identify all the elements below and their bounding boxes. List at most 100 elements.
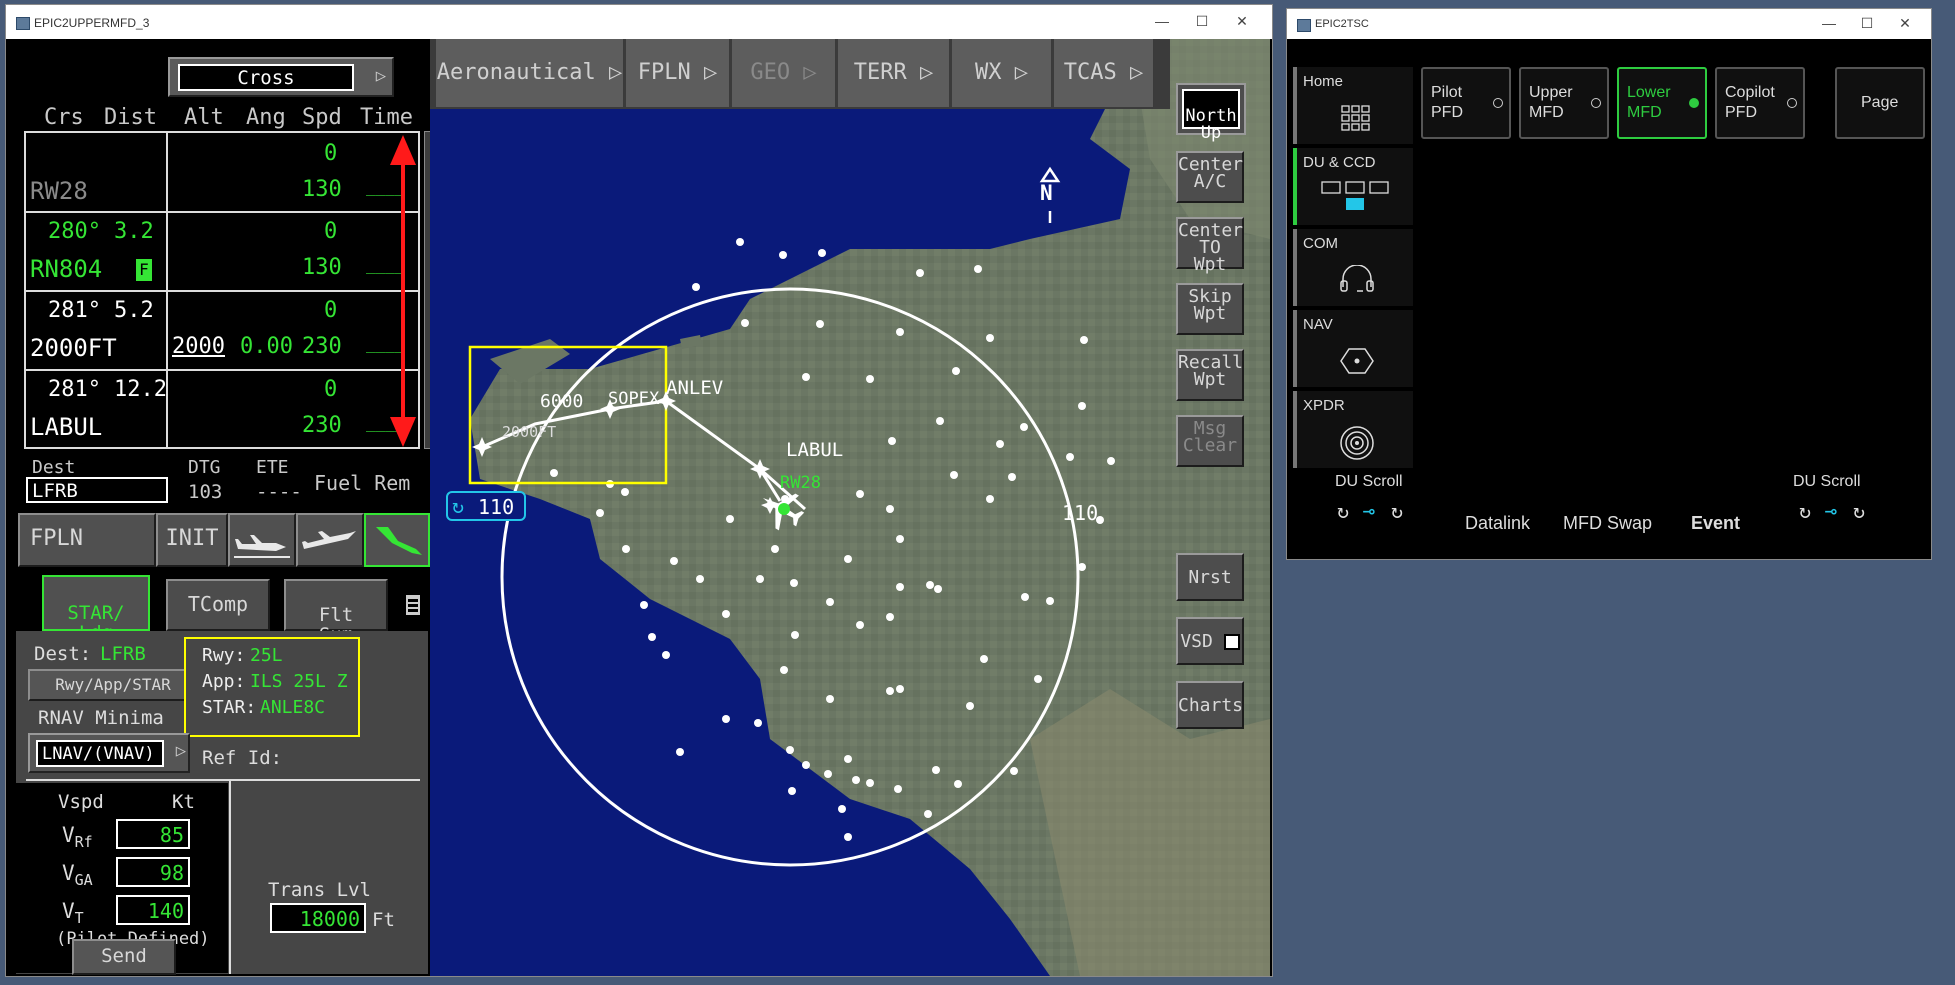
vrf-v: V xyxy=(62,823,75,847)
tsc-home-button[interactable]: Home xyxy=(1293,67,1413,144)
wpt-label-rw28: RW28 xyxy=(780,473,821,493)
tab-geo-label: GEO xyxy=(750,60,791,85)
lnav-arrow-icon[interactable]: ▷ xyxy=(176,741,186,761)
cruise-perf-button[interactable] xyxy=(296,513,364,567)
lnav-selector[interactable]: LNAV/(VNAV) ▷ xyxy=(28,733,190,773)
takeoff-perf-button[interactable] xyxy=(228,513,296,567)
close-icon[interactable]: ✕ xyxy=(1889,13,1921,33)
fp-crs: 281° xyxy=(48,377,101,402)
msg-clear-button[interactable]: Msg Clear xyxy=(1176,415,1244,467)
vt-field[interactable]: 140 xyxy=(116,895,190,925)
cross-field[interactable]: Cross xyxy=(178,64,354,91)
minimize-icon[interactable]: — xyxy=(1146,11,1178,31)
dest-field[interactable]: LFRB xyxy=(26,477,168,503)
cross-selector[interactable]: Cross ▷ xyxy=(168,57,394,97)
lower-mfd-indicator xyxy=(1689,98,1699,108)
tab-tcomp[interactable]: TComp xyxy=(166,579,270,631)
minimize-icon[interactable]: — xyxy=(1813,13,1845,33)
tab-terr[interactable]: TERR ▷ xyxy=(838,39,950,107)
page-label: Page xyxy=(1861,94,1899,111)
du-scroll-left-control[interactable]: ↻ ⊸ ↻ xyxy=(1335,499,1415,525)
lower-mfd-button[interactable]: Lower MFD xyxy=(1617,67,1707,139)
tab-flt-sum[interactable]: Flt Sum xyxy=(284,579,388,645)
vrf-field[interactable]: 85 xyxy=(116,819,190,849)
center-ac-button[interactable]: Center A/C xyxy=(1176,151,1244,203)
tab-geo[interactable]: GEO ▷ xyxy=(732,39,836,107)
fp-spd: 130 xyxy=(302,177,342,202)
datalink-button[interactable]: Datalink xyxy=(1465,513,1530,534)
headset-icon xyxy=(1340,265,1374,292)
kt-label: Kt xyxy=(172,791,195,813)
maximize-icon[interactable]: ☐ xyxy=(1851,13,1883,33)
du-scroll-left-label: DU Scroll xyxy=(1335,473,1403,490)
tab-aeronautical[interactable]: Aeronautical ▷ xyxy=(436,39,624,107)
tab-star-ldg[interactable]: STAR/ Ldg xyxy=(42,575,150,643)
page-button[interactable]: Page xyxy=(1835,67,1925,139)
du-scroll-right-control[interactable]: ↻ ⊸ ↻ xyxy=(1797,499,1877,525)
scroll-next-icon: ↻ xyxy=(1391,499,1404,523)
mfd-window-title: EPIC2UPPERMFD_3 xyxy=(34,16,150,30)
vsd-button[interactable]: VSD xyxy=(1176,617,1244,665)
fp-row[interactable]: 281° 12.2 0 LABUL 230 ____ xyxy=(26,371,418,449)
vga-sub: GA xyxy=(74,871,93,890)
range-cycle-icon: ↻ xyxy=(452,494,465,518)
send-button[interactable]: Send xyxy=(72,939,176,975)
lnav-value: LNAV/(VNAV) xyxy=(42,744,155,764)
more-menu-icon[interactable] xyxy=(406,595,420,615)
charts-button[interactable]: Charts xyxy=(1176,681,1244,729)
fp-row[interactable]: 0 RW28 130 ____ xyxy=(26,133,418,211)
mfd-window: EPIC2UPPERMFD_3 — ☐ ✕ Cross ▷ Crs Dist A… xyxy=(5,4,1273,977)
maximize-icon[interactable]: ☐ xyxy=(1186,11,1218,31)
tsc-du-ccd-button[interactable]: DU & CCD xyxy=(1293,148,1413,225)
recall-wpt-button[interactable]: Recall Wpt xyxy=(1176,349,1244,401)
fp-ang: 0 xyxy=(324,141,338,166)
nrst-button[interactable]: Nrst xyxy=(1176,553,1244,601)
cross-arrow-icon[interactable]: ▷ xyxy=(376,66,386,86)
tsc-nav-button[interactable]: NAV xyxy=(1293,310,1413,387)
tsc-xpdr-button[interactable]: XPDR xyxy=(1293,391,1413,468)
fpln-button[interactable]: FPLN xyxy=(18,513,156,567)
rwy-app-star-button[interactable]: Rwy/App/STAR xyxy=(28,669,198,701)
mfd-swap-button[interactable]: MFD Swap xyxy=(1563,513,1652,534)
col-time: Time xyxy=(360,105,413,130)
tab-fpln-label: FPLN xyxy=(637,60,691,85)
tsc-com-button[interactable]: COM xyxy=(1293,229,1413,306)
fp-spd: 130 xyxy=(302,255,342,280)
xpdr-label: XPDR xyxy=(1303,397,1345,414)
app-label: App: xyxy=(202,671,246,692)
copilot-pfd-button[interactable]: Copilot PFD xyxy=(1715,67,1805,139)
range-selector[interactable]: ↻ 110 xyxy=(446,491,526,521)
close-icon[interactable]: ✕ xyxy=(1226,11,1258,31)
rnav-minima-label: RNAV Minima xyxy=(38,707,164,729)
fp-row[interactable]: 280° 3.2 0 RN804 F 130 ____ xyxy=(26,213,418,291)
trans-lvl-field[interactable]: 18000 xyxy=(270,903,366,933)
north-up-button[interactable]: North Up xyxy=(1176,83,1246,142)
skip-wpt-button[interactable]: Skip Wpt xyxy=(1176,283,1244,335)
dtg-value: 103 xyxy=(188,481,223,503)
transponder-icon xyxy=(1340,426,1374,460)
tab-wx[interactable]: WX ▷ xyxy=(952,39,1052,107)
aircraft-ground-icon xyxy=(234,535,290,558)
upper-mfd-button[interactable]: Upper MFD xyxy=(1519,67,1609,139)
vga-field[interactable]: 98 xyxy=(116,857,190,887)
landing-perf-button[interactable] xyxy=(364,513,430,567)
tab-fpln[interactable]: FPLN ▷ xyxy=(626,39,730,107)
fms-panel: Cross ▷ Crs Dist Alt Ang Spd Time 0 RW28 xyxy=(8,39,434,975)
fp-fly-over-flag: F xyxy=(136,259,152,281)
skip-wpt-label: Skip Wpt xyxy=(1188,286,1232,324)
wpt-label-2000ft: 2000FT xyxy=(502,423,557,441)
app-icon xyxy=(1297,19,1311,32)
fp-spd: 230 xyxy=(302,334,342,359)
pilot-pfd-button[interactable]: Pilot PFD xyxy=(1421,67,1511,139)
tsc-body: Home DU & CCD COM NAV XPDR Pilot PFD Upp… xyxy=(1287,39,1931,559)
center-to-wpt-button[interactable]: Center TO Wpt xyxy=(1176,217,1244,274)
fp-alt: 2000 xyxy=(172,334,225,359)
lnav-field[interactable]: LNAV/(VNAV) xyxy=(36,740,164,767)
map-area[interactable]: N ANLEV SOPEX LABUL 6000 2000FT RW28 110… xyxy=(430,39,1270,976)
tab-tcas[interactable]: TCAS ▷ xyxy=(1054,39,1154,107)
fp-ang: 0 xyxy=(324,377,338,402)
rwy-label: Rwy: xyxy=(202,645,246,666)
init-button[interactable]: INIT xyxy=(156,513,228,567)
fp-row[interactable]: 281° 5.2 0 2000FT 2000 0.00 230 ____ xyxy=(26,292,418,370)
event-button[interactable]: Event xyxy=(1691,513,1740,534)
